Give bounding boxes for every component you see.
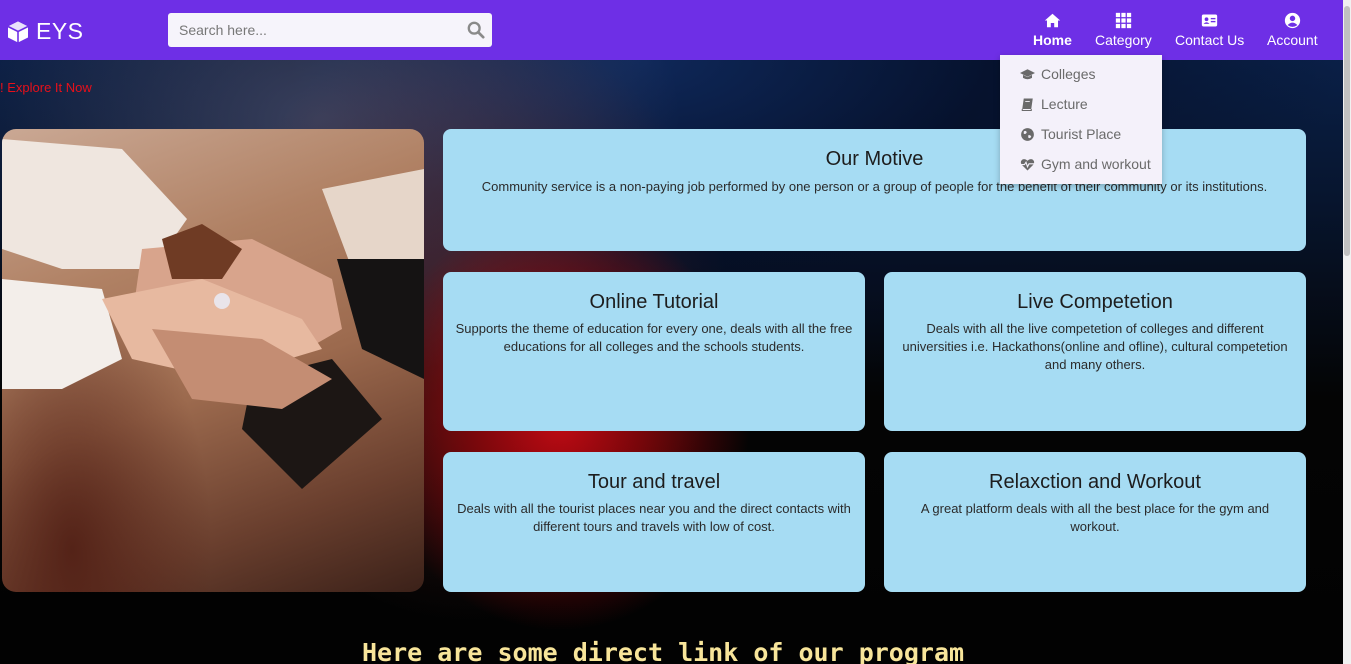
heartbeat-icon <box>1020 158 1035 170</box>
card-title: Relaxction and Workout <box>989 471 1201 493</box>
cube-icon <box>7 21 29 42</box>
dropdown-item-tourist-place[interactable]: Tourist Place <box>1000 119 1162 149</box>
nav-account[interactable]: Account <box>1267 12 1318 48</box>
card-online-tutorial: Online Tutorial Supports the theme of ed… <box>443 272 865 431</box>
card-text: Deals with all the live competetion of c… <box>902 321 1288 372</box>
search-icon[interactable] <box>467 21 485 39</box>
brand-logo[interactable]: EYS <box>6 18 84 45</box>
dropdown-item-gym[interactable]: Gym and workout <box>1000 149 1162 179</box>
card-text: A great platform deals with all the best… <box>920 501 1270 534</box>
card-text: Community service is a non-paying job pe… <box>481 179 1268 194</box>
card-our-motive: Our Motive Community service is a non-pa… <box>443 129 1306 251</box>
nav-category[interactable]: Category <box>1095 12 1152 48</box>
nav-home[interactable]: Home <box>1033 12 1072 48</box>
home-icon <box>1044 13 1061 28</box>
top-navbar: EYS Home Category Contact Us <box>0 0 1343 60</box>
nav-contact-us[interactable]: Contact Us <box>1175 12 1244 48</box>
grid-icon <box>1115 12 1132 29</box>
globe-icon <box>1021 127 1034 141</box>
contact-card-icon <box>1201 14 1218 27</box>
nav-account-label: Account <box>1267 32 1318 48</box>
category-dropdown-menu: Colleges Lecture Tourist Place Gym and w… <box>1000 55 1162 184</box>
card-title: Live Competetion <box>1017 291 1173 313</box>
scrollbar-thumb[interactable] <box>1344 6 1350 256</box>
search-input[interactable] <box>168 13 458 47</box>
search-box <box>168 13 492 47</box>
dropdown-item-label: Tourist Place <box>1041 126 1122 142</box>
page-scrollbar[interactable] <box>1343 0 1351 664</box>
dropdown-item-colleges[interactable]: Colleges <box>1000 59 1162 89</box>
card-title: Tour and travel <box>587 471 721 493</box>
hands-illustration <box>2 139 424 489</box>
program-links-heading: Here are some direct link of our program <box>362 638 965 664</box>
card-text: Supports the theme of education for ever… <box>455 321 853 354</box>
card-text: Deals with all the tourist places near y… <box>457 501 851 534</box>
dropdown-item-label: Lecture <box>1041 96 1088 112</box>
nav-home-label: Home <box>1033 32 1072 48</box>
nav-category-label: Category <box>1095 32 1152 48</box>
card-relaxation-workout: Relaxction and Workout A great platform … <box>884 452 1306 592</box>
card-title: Online Tutorial <box>589 291 719 313</box>
user-circle-icon <box>1284 12 1300 29</box>
book-icon <box>1021 98 1033 111</box>
explore-marquee-text[interactable]: ! Explore It Now <box>0 80 92 95</box>
card-tour-and-travel: Tour and travel Deals with all the touri… <box>443 452 865 592</box>
team-hands-image <box>2 129 424 592</box>
dropdown-item-label: Gym and workout <box>1041 156 1151 172</box>
dropdown-item-lecture[interactable]: Lecture <box>1000 89 1162 119</box>
card-title: Our Motive <box>825 148 924 170</box>
graduation-cap-icon <box>1020 68 1035 79</box>
card-live-competition: Live Competetion Deals with all the live… <box>884 272 1306 431</box>
nav-contact-label: Contact Us <box>1175 32 1245 48</box>
dropdown-item-label: Colleges <box>1041 66 1096 82</box>
brand-name: EYS <box>36 18 84 44</box>
